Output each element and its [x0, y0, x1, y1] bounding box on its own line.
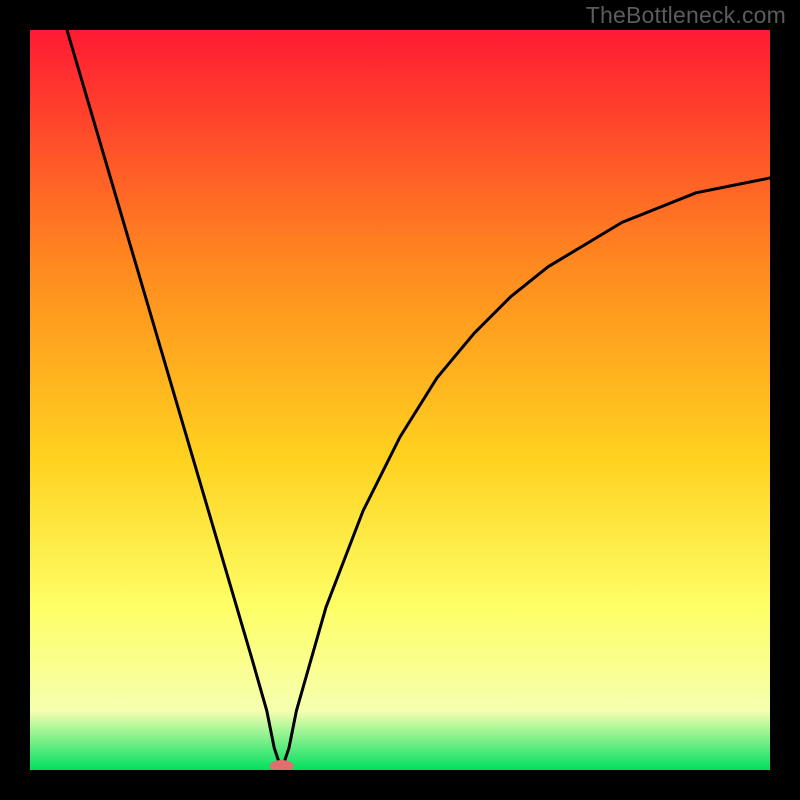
chart-container: TheBottleneck.com: [0, 0, 800, 800]
plot-area: [30, 30, 770, 770]
watermark-text: TheBottleneck.com: [586, 2, 786, 29]
gradient-background: [30, 30, 770, 770]
bottleneck-chart: [30, 30, 770, 770]
